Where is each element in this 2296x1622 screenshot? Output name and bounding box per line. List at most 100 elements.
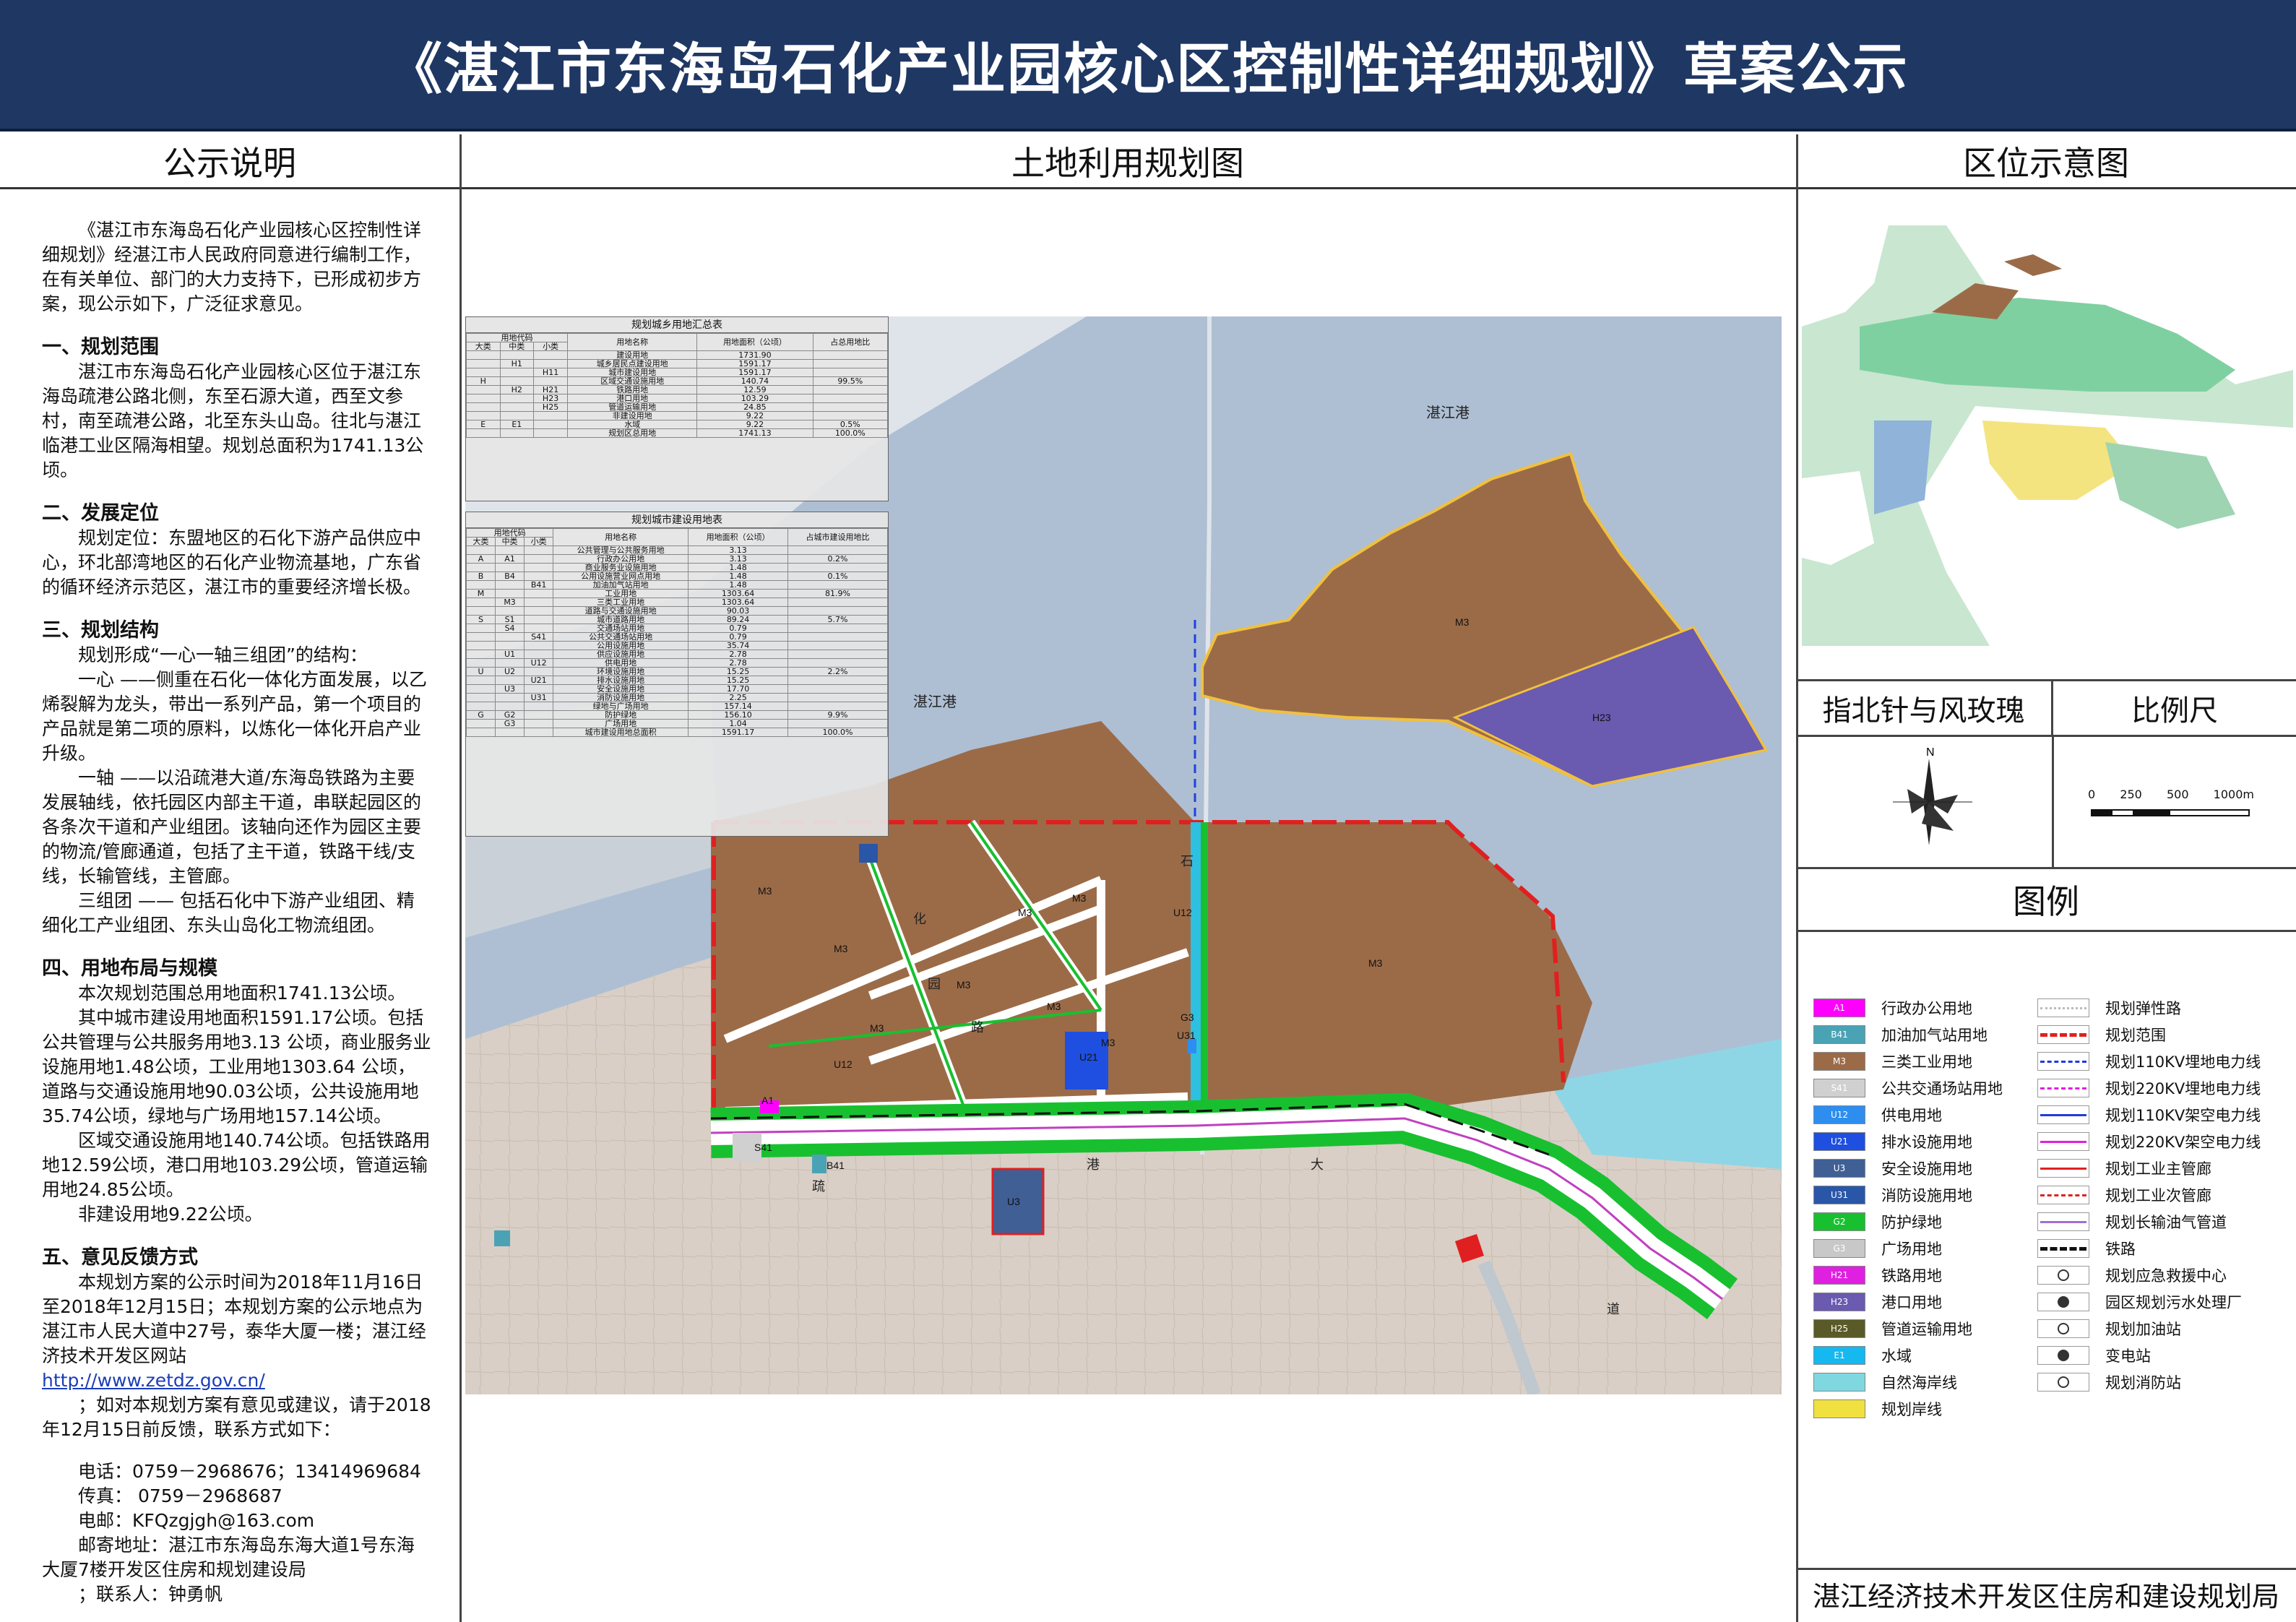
table-cell: 0.5%	[812, 420, 889, 429]
table-cell: 港口用地	[567, 394, 698, 403]
table-cell	[533, 420, 569, 429]
table-cell	[524, 615, 554, 624]
table-cell: M	[465, 589, 496, 598]
table-cell	[465, 676, 496, 685]
table-cell	[524, 606, 554, 616]
page-title: 《湛江市东海岛石化产业园核心区控制性详细规划》草案公示	[387, 37, 1909, 101]
table-cell: 供应设施用地	[553, 650, 689, 659]
table-cell: H23	[533, 394, 569, 403]
legend-item: 规划岸线	[1813, 1398, 1942, 1420]
contact-text: ；联系人：钟勇帆	[78, 1584, 223, 1605]
table-cell	[787, 650, 888, 659]
svg-text:港: 港	[1087, 1157, 1100, 1172]
table-cell	[499, 402, 535, 412]
table-cell: 城乡居民点建设用地	[567, 359, 698, 368]
table-cell	[499, 394, 535, 403]
table-cell	[495, 658, 525, 668]
table-cell: 城市道路用地	[553, 615, 689, 624]
zone-label: M3	[1018, 907, 1032, 918]
svg-text:石: 石	[1181, 854, 1194, 868]
table-cell: 5.7%	[787, 615, 888, 624]
table-cell: 89.24	[688, 615, 789, 624]
legend-swatch	[2037, 1025, 2089, 1044]
table-cell	[787, 545, 888, 555]
table-cell: S1	[495, 615, 525, 624]
table-cell	[466, 411, 501, 420]
table-cell: 2.78	[688, 650, 789, 659]
section-text: 三组团 —— 包括石化中下游产业组团、精细化工产业组团、东头山岛化工物流组团。	[42, 890, 415, 936]
fax-text: 传真： 0759－2968687	[78, 1485, 282, 1506]
legend-label: 变电站	[2105, 1347, 2151, 1365]
legend-label: 广场用地	[1881, 1241, 1942, 1258]
legend-swatch: U12	[1813, 1105, 1865, 1124]
table-row: U21 排水设施用地 15.25	[465, 676, 888, 685]
legend-item: 规划工业主管廊	[2037, 1157, 2211, 1179]
legend-swatch	[2037, 1132, 2089, 1151]
table-cell: 9.22	[696, 420, 813, 429]
table-cell: 9.9%	[787, 710, 888, 720]
table-cell: H11	[533, 368, 569, 377]
legend-item: E1 水域	[1813, 1345, 1912, 1366]
table-cell: 公用设施营业网点用地	[553, 571, 689, 581]
table-row: H 区域交通设施用地 140.74 99.5%	[466, 376, 889, 386]
legend-item: U31 消防设施用地	[1813, 1184, 1972, 1206]
legend-label: 管道运输用地	[1881, 1321, 1972, 1338]
table-cell	[787, 676, 888, 685]
table-row: U U2 环境设施用地 15.25 2.2%	[465, 667, 888, 676]
table-title: 规划城市建设用地表	[466, 512, 888, 528]
notes-panel: 《湛江市东海岛石化产业园核心区控制性详细规划》经湛江市人民政府同意进行编制工作，…	[6, 189, 454, 1616]
svg-text:大: 大	[1311, 1157, 1324, 1172]
table-cell: 12.59	[696, 385, 813, 394]
legend-swatch	[2037, 1239, 2089, 1258]
table-cell: 9.22	[696, 411, 813, 420]
legend-label: 自然海岸线	[1881, 1374, 1957, 1392]
table-cell: 管道运输用地	[567, 402, 698, 412]
legend-item: G3 广场用地	[1813, 1238, 1942, 1259]
legend-label: 消防设施用地	[1881, 1187, 1972, 1204]
sea-label: 湛江港	[913, 694, 957, 710]
table-cell	[524, 702, 554, 711]
table-cell	[465, 598, 496, 607]
zone-label: U12	[834, 1058, 853, 1070]
legend-label: 规划工业次管廊	[2105, 1187, 2211, 1204]
location-map[interactable]	[1802, 225, 2293, 646]
table-row: H2 H21 铁路用地 12.59	[466, 385, 889, 394]
table-cell	[787, 658, 888, 668]
legend-label: 供电用地	[1881, 1107, 1942, 1124]
section-title: 一、规划范围	[42, 336, 159, 358]
legend-item: U12 供电用地	[1813, 1104, 1942, 1126]
section-text: 区域交通设施用地140.74公顷。包括铁路用地12.59公顷，港口用地103.2…	[42, 1130, 431, 1200]
legend-swatch: S41	[1813, 1079, 1865, 1097]
svg-text:化: 化	[913, 912, 926, 926]
table-cell	[524, 710, 554, 720]
table-cell: S41	[524, 632, 554, 642]
table-cell: A	[465, 554, 496, 564]
legend-item: 规划110KV架空电力线	[2037, 1104, 2261, 1126]
table-cell: 消防设施用地	[553, 693, 689, 702]
address-text: 邮寄地址：湛江市东海岛东海大道1号东海大厦7楼开发区住房和规划建设局	[42, 1535, 415, 1580]
table-cell: 1.48	[688, 580, 789, 590]
table-cell: 3.13	[688, 545, 789, 555]
legend-item: 规划长输油气管道	[2037, 1211, 2227, 1233]
table-header: 小类	[533, 342, 569, 351]
table-cell: U1	[495, 650, 525, 659]
table-cell: B41	[524, 580, 554, 590]
section-text: 一轴 ——以沿疏港大道/东海岛铁路为主要发展轴线，依托园区内部主干道，串联起园区…	[42, 767, 422, 887]
table-cell: 100.0%	[787, 728, 888, 737]
table-cell: 加油加气站用地	[553, 580, 689, 590]
table-cell: 1591.17	[688, 728, 789, 737]
table-cell	[465, 702, 496, 711]
table-cell: 99.5%	[812, 376, 889, 386]
table-row: 非建设用地 9.22	[466, 411, 889, 420]
table-row: U31 消防设施用地 2.25	[465, 693, 888, 702]
table-cell	[524, 650, 554, 659]
legend-label: 规划应急救援中心	[2105, 1267, 2227, 1285]
table-cell: 140.74	[696, 376, 813, 386]
table-cell: 24.85	[696, 402, 813, 412]
website-link[interactable]: http://www.zetdz.gov.cn/	[42, 1370, 265, 1391]
legend-label: 防护绿地	[1881, 1214, 1942, 1231]
svg-text:疏: 疏	[812, 1179, 825, 1194]
legend-item: 规划应急救援中心	[2037, 1264, 2227, 1286]
legend-label: 加油加气站用地	[1881, 1027, 1988, 1044]
table-row: S4 交通场站用地 0.79	[465, 624, 888, 633]
